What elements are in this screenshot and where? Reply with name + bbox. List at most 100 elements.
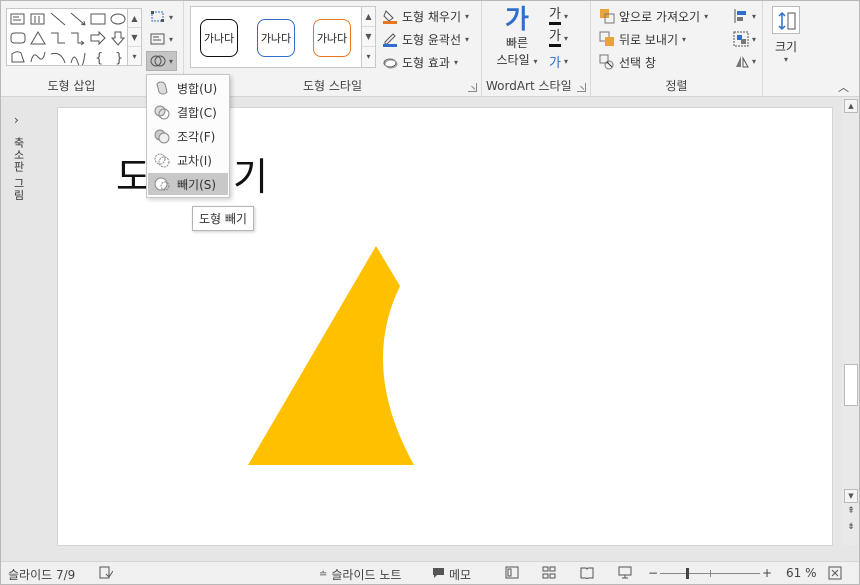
thumbnail-rail: › 축소판 그림 xyxy=(0,97,43,547)
previous-slide-icon[interactable]: ⇞ xyxy=(844,505,858,519)
rotate-button[interactable]: ▾ xyxy=(730,51,759,71)
merge-shapes-menu: 병합(U) 결합(C) 조각(F) 교차(I) 빼기(S) xyxy=(146,74,230,198)
chevron-down-icon: ▾ xyxy=(704,11,709,21)
quick-styles-button[interactable]: 가 빠른 스타일 ▾ xyxy=(494,6,540,72)
elbow-connector-shape-icon[interactable] xyxy=(49,30,67,46)
shape-effects-button[interactable]: 도형 효과 ▾ xyxy=(382,52,458,72)
menu-item-intersect[interactable]: 교차(I) xyxy=(148,149,228,171)
vertical-text-box-shape-icon[interactable] xyxy=(29,11,47,27)
chevron-down-icon: ▾ xyxy=(169,34,174,44)
shape-effects-label: 도형 효과 xyxy=(402,55,450,70)
text-fill-button[interactable]: 가 ▾ xyxy=(546,6,571,26)
left-brace-shape-icon[interactable]: { xyxy=(89,49,107,66)
freeform-shape-icon[interactable] xyxy=(9,49,27,65)
comments-button[interactable]: 메모 xyxy=(432,566,471,583)
triangle-shape-icon[interactable] xyxy=(29,30,47,46)
size-button[interactable]: 크기 ▾ xyxy=(768,6,804,68)
scrollbar-thumb[interactable] xyxy=(844,364,858,406)
scribble-shape-icon[interactable] xyxy=(69,49,87,68)
align-button[interactable]: ▾ xyxy=(730,6,759,26)
line-shape-icon[interactable] xyxy=(49,11,67,27)
menu-item-fragment[interactable]: 조각(F) xyxy=(148,125,228,147)
gallery-more-icon[interactable]: ▾ xyxy=(128,47,141,66)
zoom-level[interactable]: 61 % xyxy=(786,566,817,580)
pen-icon xyxy=(382,31,398,47)
zoom-in-button[interactable]: + xyxy=(762,566,772,580)
menu-item-fragment-label: 조각(F) xyxy=(177,129,216,144)
scroll-up-icon[interactable]: ▲ xyxy=(844,99,858,113)
chevron-down-icon: ▾ xyxy=(169,12,174,22)
shapes-gallery[interactable]: { } xyxy=(6,8,128,68)
bring-forward-icon xyxy=(599,8,615,24)
chevron-down-icon: ▾ xyxy=(465,11,470,21)
menu-item-combine[interactable]: 결합(C) xyxy=(148,101,228,123)
status-bar: 슬라이드 7/9 ≐ 슬라이드 노트 메모 − + 61 % xyxy=(0,561,860,585)
rotate-icon xyxy=(733,53,749,69)
style-preset-2[interactable]: 가나다 xyxy=(257,19,295,57)
arrow-line-shape-icon[interactable] xyxy=(69,11,87,27)
edit-shape-button[interactable]: ▾ xyxy=(147,7,176,27)
merge-shapes-button[interactable]: ▾ xyxy=(146,51,178,71)
shape-styles-scroll[interactable]: ▲ ▼ ▾ xyxy=(362,6,376,68)
text-box-shape-icon[interactable] xyxy=(9,11,27,27)
selection-pane-button[interactable]: 선택 창 xyxy=(599,52,656,72)
normal-view-icon[interactable] xyxy=(505,566,519,579)
bring-forward-button[interactable]: 앞으로 가져오기 ▾ xyxy=(599,6,708,26)
next-slide-icon[interactable]: ⇟ xyxy=(844,521,858,535)
align-icon xyxy=(733,8,749,24)
selection-pane-label: 선택 창 xyxy=(619,55,656,70)
text-effects-button[interactable]: 가 ▾ xyxy=(546,51,571,71)
rectangle-shape-icon[interactable] xyxy=(89,11,107,27)
shapes-gallery-scroll[interactable]: ▲ ▼ ▾ xyxy=(128,8,142,66)
vertical-scrollbar[interactable]: ▲ ▼ ⇞ ⇟ xyxy=(842,97,860,545)
rounded-rectangle-shape-icon[interactable] xyxy=(9,30,27,46)
group-objects-button[interactable]: ▾ xyxy=(730,29,759,49)
zoom-slider-thumb[interactable] xyxy=(686,568,689,579)
scroll-down-icon[interactable]: ▼ xyxy=(362,27,375,47)
scroll-up-icon[interactable]: ▲ xyxy=(128,9,141,28)
fragment-icon xyxy=(153,128,171,144)
notes-button[interactable]: ≐ 슬라이드 노트 xyxy=(319,566,401,583)
collapse-ribbon-icon[interactable]: ︿ xyxy=(838,79,849,95)
elbow-arrow-connector-shape-icon[interactable] xyxy=(69,30,87,46)
menu-item-union[interactable]: 병합(U) xyxy=(148,77,228,99)
scroll-up-icon[interactable]: ▲ xyxy=(362,7,375,27)
paint-bucket-icon xyxy=(382,8,398,24)
send-backward-button[interactable]: 뒤로 보내기 ▾ xyxy=(599,29,686,49)
thumbnails-label[interactable]: 축소판 그림 xyxy=(10,137,26,202)
zoom-slider-center-tick xyxy=(710,570,711,577)
slideshow-icon[interactable] xyxy=(618,566,632,579)
style-preset-3[interactable]: 가나다 xyxy=(313,19,351,57)
right-arrow-shape-icon[interactable] xyxy=(89,30,107,46)
arc-shape-icon[interactable] xyxy=(49,49,67,65)
style-preset-1[interactable]: 가나다 xyxy=(200,19,238,57)
menu-item-subtract[interactable]: 빼기(S) xyxy=(148,173,228,195)
comment-icon xyxy=(432,567,445,582)
scroll-down-icon[interactable]: ▼ xyxy=(128,28,141,47)
group-label-insert-shapes: 도형 삽입 xyxy=(47,79,96,93)
shape-outline-button[interactable]: 도형 윤곽선 ▾ xyxy=(382,29,469,49)
text-box-button[interactable]: ▾ xyxy=(147,29,176,49)
text-fill-icon: 가 xyxy=(549,7,561,25)
spell-check-icon[interactable] xyxy=(99,566,113,580)
shape-fill-button[interactable]: 도형 채우기 ▾ xyxy=(382,6,469,26)
curve-shape-icon[interactable] xyxy=(29,49,47,65)
fit-to-window-icon[interactable] xyxy=(828,566,842,580)
reading-view-icon[interactable] xyxy=(580,566,594,579)
text-effects-icon: 가 xyxy=(549,55,561,71)
dialog-launcher-icon[interactable] xyxy=(577,83,586,92)
shape-outline-label: 도형 윤곽선 xyxy=(402,32,462,47)
shape-styles-gallery[interactable]: 가나다 가나다 가나다 xyxy=(190,6,362,68)
zoom-out-button[interactable]: − xyxy=(648,566,658,580)
down-arrow-shape-icon[interactable] xyxy=(109,30,127,46)
oval-shape-icon[interactable] xyxy=(109,11,127,27)
dialog-launcher-icon[interactable] xyxy=(468,83,477,92)
subtract-tooltip: 도형 빼기 xyxy=(192,206,254,231)
right-brace-shape-icon[interactable]: } xyxy=(109,49,127,66)
slide-sorter-icon[interactable] xyxy=(542,566,556,579)
expand-thumbnails-icon[interactable]: › xyxy=(14,113,19,127)
text-outline-button[interactable]: 가 ▾ xyxy=(546,28,571,48)
gallery-more-icon[interactable]: ▾ xyxy=(362,47,375,67)
zoom-slider[interactable] xyxy=(660,568,760,579)
scroll-down-icon[interactable]: ▼ xyxy=(844,489,858,503)
